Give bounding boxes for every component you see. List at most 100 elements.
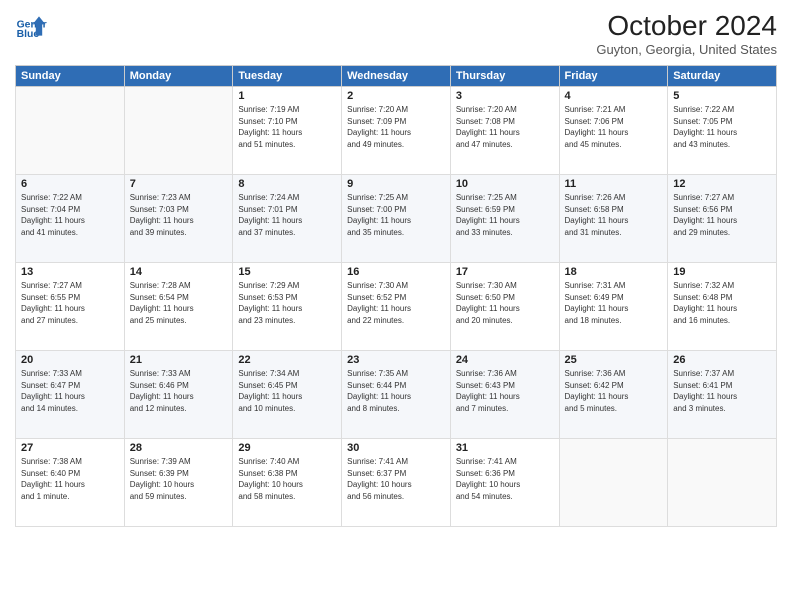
day-info: Sunrise: 7:27 AM Sunset: 6:56 PM Dayligh… bbox=[673, 192, 771, 238]
day-number: 28 bbox=[130, 442, 228, 454]
calendar-cell: 29 Sunrise: 7:40 AM Sunset: 6:38 PM Dayli… bbox=[233, 439, 342, 527]
calendar-cell: 31 Sunrise: 7:41 AM Sunset: 6:36 PM Dayli… bbox=[450, 439, 559, 527]
calendar-cell: 27 Sunrise: 7:38 AM Sunset: 6:40 PM Dayli… bbox=[16, 439, 125, 527]
subtitle: Guyton, Georgia, United States bbox=[596, 42, 777, 57]
week-row-3: 13Sunrise: 7:27 AM Sunset: 6:55 PM Dayli… bbox=[16, 263, 777, 351]
calendar-cell: 16Sunrise: 7:30 AM Sunset: 6:52 PM Dayli… bbox=[342, 263, 451, 351]
day-number: 19 bbox=[673, 266, 771, 278]
day-number: 7 bbox=[130, 178, 228, 190]
day-info: Sunrise: 7:41 AM Sunset: 6:36 PM Dayligh… bbox=[456, 456, 554, 502]
calendar-cell: 24 Sunrise: 7:36 AM Sunset: 6:43 PM Dayli… bbox=[450, 351, 559, 439]
calendar-cell: 28 Sunrise: 7:39 AM Sunset: 6:39 PM Dayli… bbox=[124, 439, 233, 527]
day-info: Sunrise: 7:36 AM Sunset: 6:42 PM Dayligh… bbox=[565, 368, 663, 414]
day-number: 30 bbox=[347, 442, 445, 454]
calendar-cell: 10 Sunrise: 7:25 AM Sunset: 6:59 PM Dayli… bbox=[450, 175, 559, 263]
day-number: 21 bbox=[130, 354, 228, 366]
day-number: 29 bbox=[238, 442, 336, 454]
day-number: 20 bbox=[21, 354, 119, 366]
day-number: 31 bbox=[456, 442, 554, 454]
day-info: Sunrise: 7:22 AM Sunset: 7:04 PM Dayligh… bbox=[21, 192, 119, 238]
day-info: Sunrise: 7:24 AM Sunset: 7:01 PM Dayligh… bbox=[238, 192, 336, 238]
day-info: Sunrise: 7:20 AM Sunset: 7:09 PM Dayligh… bbox=[347, 104, 445, 150]
col-thursday: Thursday bbox=[450, 66, 559, 87]
day-number: 5 bbox=[673, 90, 771, 102]
day-number: 18 bbox=[565, 266, 663, 278]
calendar-cell: 18 Sunrise: 7:31 AM Sunset: 6:49 PM Dayli… bbox=[559, 263, 668, 351]
header: General Blue October 2024 Guyton, Georgi… bbox=[15, 10, 777, 57]
calendar-cell: 20 Sunrise: 7:33 AM Sunset: 6:47 PM Dayli… bbox=[16, 351, 125, 439]
day-number: 9 bbox=[347, 178, 445, 190]
calendar-cell bbox=[16, 87, 125, 175]
day-number: 14 bbox=[130, 266, 228, 278]
day-number: 6 bbox=[21, 178, 119, 190]
calendar-cell bbox=[124, 87, 233, 175]
logo: General Blue bbox=[15, 10, 47, 42]
calendar-cell: 6 Sunrise: 7:22 AM Sunset: 7:04 PM Daylig… bbox=[16, 175, 125, 263]
day-info: Sunrise: 7:39 AM Sunset: 6:39 PM Dayligh… bbox=[130, 456, 228, 502]
title-block: October 2024 Guyton, Georgia, United Sta… bbox=[596, 10, 777, 57]
col-friday: Friday bbox=[559, 66, 668, 87]
week-row-5: 27 Sunrise: 7:38 AM Sunset: 6:40 PM Dayli… bbox=[16, 439, 777, 527]
calendar-cell: 8 Sunrise: 7:24 AM Sunset: 7:01 PM Daylig… bbox=[233, 175, 342, 263]
day-number: 27 bbox=[21, 442, 119, 454]
day-number: 24 bbox=[456, 354, 554, 366]
main-title: October 2024 bbox=[596, 10, 777, 42]
calendar-cell: 17Sunrise: 7:30 AM Sunset: 6:50 PM Dayli… bbox=[450, 263, 559, 351]
day-info: Sunrise: 7:28 AM Sunset: 6:54 PM Dayligh… bbox=[130, 280, 228, 326]
calendar-cell: 19 Sunrise: 7:32 AM Sunset: 6:48 PM Dayli… bbox=[668, 263, 777, 351]
week-row-2: 6 Sunrise: 7:22 AM Sunset: 7:04 PM Daylig… bbox=[16, 175, 777, 263]
day-number: 10 bbox=[456, 178, 554, 190]
day-info: Sunrise: 7:25 AM Sunset: 6:59 PM Dayligh… bbox=[456, 192, 554, 238]
col-saturday: Saturday bbox=[668, 66, 777, 87]
day-number: 16 bbox=[347, 266, 445, 278]
day-info: Sunrise: 7:35 AM Sunset: 6:44 PM Dayligh… bbox=[347, 368, 445, 414]
calendar-cell: 7 Sunrise: 7:23 AM Sunset: 7:03 PM Daylig… bbox=[124, 175, 233, 263]
day-number: 8 bbox=[238, 178, 336, 190]
day-info: Sunrise: 7:33 AM Sunset: 6:47 PM Dayligh… bbox=[21, 368, 119, 414]
col-monday: Monday bbox=[124, 66, 233, 87]
day-info: Sunrise: 7:41 AM Sunset: 6:37 PM Dayligh… bbox=[347, 456, 445, 502]
calendar-cell: 23 Sunrise: 7:35 AM Sunset: 6:44 PM Dayli… bbox=[342, 351, 451, 439]
day-info: Sunrise: 7:38 AM Sunset: 6:40 PM Dayligh… bbox=[21, 456, 119, 502]
day-info: Sunrise: 7:33 AM Sunset: 6:46 PM Dayligh… bbox=[130, 368, 228, 414]
day-info: Sunrise: 7:32 AM Sunset: 6:48 PM Dayligh… bbox=[673, 280, 771, 326]
calendar-cell: 9Sunrise: 7:25 AM Sunset: 7:00 PM Daylig… bbox=[342, 175, 451, 263]
day-info: Sunrise: 7:22 AM Sunset: 7:05 PM Dayligh… bbox=[673, 104, 771, 150]
calendar-cell bbox=[559, 439, 668, 527]
day-number: 22 bbox=[238, 354, 336, 366]
logo-icon: General Blue bbox=[15, 10, 47, 42]
day-info: Sunrise: 7:29 AM Sunset: 6:53 PM Dayligh… bbox=[238, 280, 336, 326]
day-number: 17 bbox=[456, 266, 554, 278]
day-info: Sunrise: 7:36 AM Sunset: 6:43 PM Dayligh… bbox=[456, 368, 554, 414]
day-info: Sunrise: 7:37 AM Sunset: 6:41 PM Dayligh… bbox=[673, 368, 771, 414]
day-info: Sunrise: 7:19 AM Sunset: 7:10 PM Dayligh… bbox=[238, 104, 336, 150]
calendar-cell: 13Sunrise: 7:27 AM Sunset: 6:55 PM Dayli… bbox=[16, 263, 125, 351]
day-info: Sunrise: 7:20 AM Sunset: 7:08 PM Dayligh… bbox=[456, 104, 554, 150]
calendar-cell: 3 Sunrise: 7:20 AM Sunset: 7:08 PM Daylig… bbox=[450, 87, 559, 175]
calendar-cell: 5 Sunrise: 7:22 AM Sunset: 7:05 PM Daylig… bbox=[668, 87, 777, 175]
day-number: 4 bbox=[565, 90, 663, 102]
calendar-cell: 26 Sunrise: 7:37 AM Sunset: 6:41 PM Dayli… bbox=[668, 351, 777, 439]
day-number: 2 bbox=[347, 90, 445, 102]
day-number: 1 bbox=[238, 90, 336, 102]
header-row: Sunday Monday Tuesday Wednesday Thursday… bbox=[16, 66, 777, 87]
day-info: Sunrise: 7:27 AM Sunset: 6:55 PM Dayligh… bbox=[21, 280, 119, 326]
day-info: Sunrise: 7:21 AM Sunset: 7:06 PM Dayligh… bbox=[565, 104, 663, 150]
calendar-cell bbox=[668, 439, 777, 527]
week-row-4: 20 Sunrise: 7:33 AM Sunset: 6:47 PM Dayli… bbox=[16, 351, 777, 439]
day-number: 26 bbox=[673, 354, 771, 366]
calendar-cell: 22Sunrise: 7:34 AM Sunset: 6:45 PM Dayli… bbox=[233, 351, 342, 439]
day-number: 15 bbox=[238, 266, 336, 278]
day-info: Sunrise: 7:23 AM Sunset: 7:03 PM Dayligh… bbox=[130, 192, 228, 238]
calendar-cell: 14 Sunrise: 7:28 AM Sunset: 6:54 PM Dayli… bbox=[124, 263, 233, 351]
col-sunday: Sunday bbox=[16, 66, 125, 87]
day-number: 23 bbox=[347, 354, 445, 366]
day-number: 3 bbox=[456, 90, 554, 102]
calendar-cell: 15 Sunrise: 7:29 AM Sunset: 6:53 PM Dayli… bbox=[233, 263, 342, 351]
day-info: Sunrise: 7:40 AM Sunset: 6:38 PM Dayligh… bbox=[238, 456, 336, 502]
calendar-cell: 25Sunrise: 7:36 AM Sunset: 6:42 PM Dayli… bbox=[559, 351, 668, 439]
day-info: Sunrise: 7:31 AM Sunset: 6:49 PM Dayligh… bbox=[565, 280, 663, 326]
calendar: Sunday Monday Tuesday Wednesday Thursday… bbox=[15, 65, 777, 527]
day-info: Sunrise: 7:26 AM Sunset: 6:58 PM Dayligh… bbox=[565, 192, 663, 238]
week-row-1: 1 Sunrise: 7:19 AM Sunset: 7:10 PM Daylig… bbox=[16, 87, 777, 175]
